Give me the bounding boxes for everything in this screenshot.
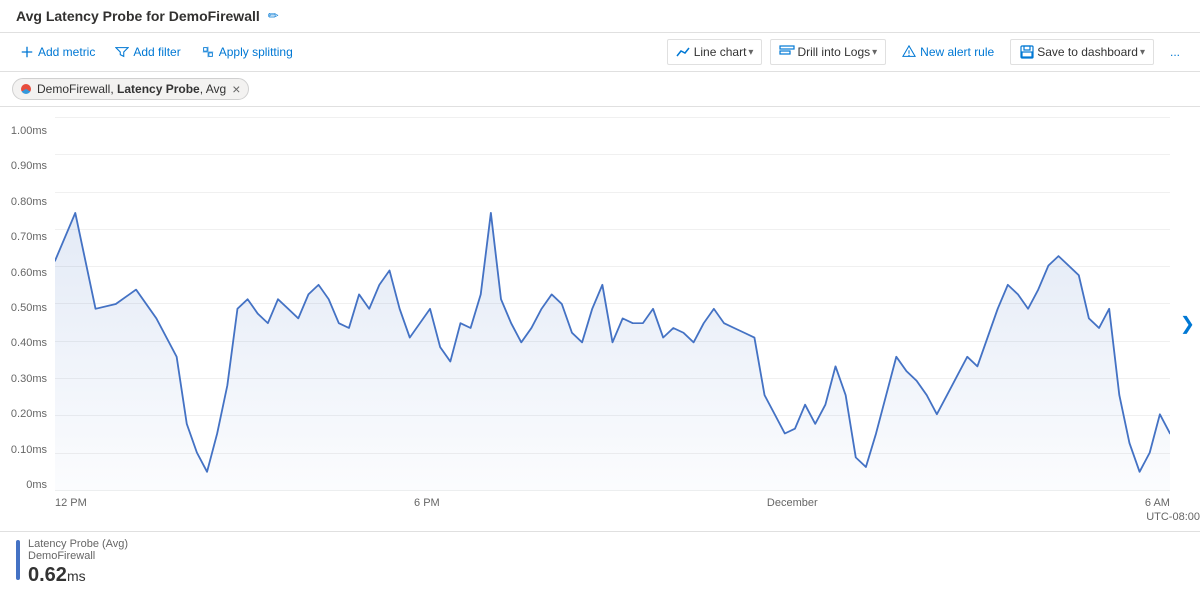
split-icon xyxy=(201,45,215,59)
line-chart-chevron: ▾ xyxy=(748,47,753,58)
line-chart-icon xyxy=(676,44,692,60)
y-label-7: 0.30ms xyxy=(11,373,47,385)
legend-text: Latency Probe (Avg) DemoFirewall 0.62ms xyxy=(28,538,128,587)
new-alert-rule-button[interactable]: New alert rule xyxy=(894,41,1002,63)
save-to-dashboard-button[interactable]: Save to dashboard ▾ xyxy=(1010,39,1154,65)
logs-icon xyxy=(779,44,795,60)
metric-tag-area: DemoFirewall, Latency Probe, Avg × xyxy=(0,72,1200,107)
legend-area: Latency Probe (Avg) DemoFirewall 0.62ms xyxy=(0,531,1200,593)
x-label-0: 12 PM xyxy=(55,497,87,509)
y-label-5: 0.50ms xyxy=(11,302,47,314)
chart-svg xyxy=(55,117,1170,491)
add-filter-button[interactable]: Add filter xyxy=(107,41,188,63)
chart-next-arrow[interactable]: ❯ xyxy=(1180,314,1195,335)
y-label-2: 0.80ms xyxy=(11,196,47,208)
metric-dot-icon xyxy=(21,84,31,94)
toolbar: Add metric Add filter Apply splitting Li… xyxy=(0,33,1200,72)
filter-icon xyxy=(115,45,129,59)
toolbar-right: Line chart ▾ Drill into Logs ▾ New alert… xyxy=(667,39,1188,65)
y-label-10: 0ms xyxy=(26,479,47,491)
more-options-button[interactable]: ... xyxy=(1162,41,1188,63)
metric-tag: DemoFirewall, Latency Probe, Avg × xyxy=(12,78,249,100)
apply-splitting-button[interactable]: Apply splitting xyxy=(193,41,301,63)
page-container: Avg Latency Probe for DemoFirewall ✏ Add… xyxy=(0,0,1200,593)
y-label-0: 1.00ms xyxy=(11,125,47,137)
chart-inner: 1.00ms 0.90ms 0.80ms 0.70ms 0.60ms 0.50m… xyxy=(0,117,1200,531)
plus-icon xyxy=(20,45,34,59)
save-dashboard-chevron: ▾ xyxy=(1140,47,1145,58)
utc-label: UTC-08:00 xyxy=(1146,511,1200,523)
drill-into-logs-button[interactable]: Drill into Logs ▾ xyxy=(770,39,886,65)
y-label-9: 0.10ms xyxy=(11,444,47,456)
x-label-1: 6 PM xyxy=(414,497,440,509)
y-label-8: 0.20ms xyxy=(11,408,47,420)
drill-logs-chevron: ▾ xyxy=(872,47,877,58)
x-axis: 12 PM 6 PM December 6 AM xyxy=(55,491,1170,531)
y-label-4: 0.60ms xyxy=(11,267,47,279)
page-title: Avg Latency Probe for DemoFirewall xyxy=(16,8,260,24)
legend-subtitle: DemoFirewall xyxy=(28,550,128,562)
y-label-1: 0.90ms xyxy=(11,160,47,172)
legend-color-bar xyxy=(16,540,20,580)
toolbar-left: Add metric Add filter Apply splitting xyxy=(12,41,663,63)
add-metric-button[interactable]: Add metric xyxy=(12,41,103,63)
chart-plot: 12 PM 6 PM December 6 AM UTC-08:00 ❯ xyxy=(55,117,1200,531)
y-label-3: 0.70ms xyxy=(11,231,47,243)
chart-area: 1.00ms 0.90ms 0.80ms 0.70ms 0.60ms 0.50m… xyxy=(0,107,1200,531)
title-bar: Avg Latency Probe for DemoFirewall ✏ xyxy=(0,0,1200,33)
edit-icon[interactable]: ✏ xyxy=(268,8,279,24)
y-label-6: 0.40ms xyxy=(11,337,47,349)
x-label-3: 6 AM xyxy=(1145,497,1170,509)
alert-icon xyxy=(902,45,916,59)
line-chart-button[interactable]: Line chart ▾ xyxy=(667,39,763,65)
metric-close-button[interactable]: × xyxy=(232,82,240,96)
save-icon xyxy=(1019,44,1035,60)
legend-value: 0.62ms xyxy=(28,564,128,587)
x-label-2: December xyxy=(767,497,818,509)
y-axis: 1.00ms 0.90ms 0.80ms 0.70ms 0.60ms 0.50m… xyxy=(0,117,55,531)
metric-resource: DemoFirewall, Latency Probe, Avg xyxy=(37,82,226,96)
legend-title: Latency Probe (Avg) xyxy=(28,538,128,550)
